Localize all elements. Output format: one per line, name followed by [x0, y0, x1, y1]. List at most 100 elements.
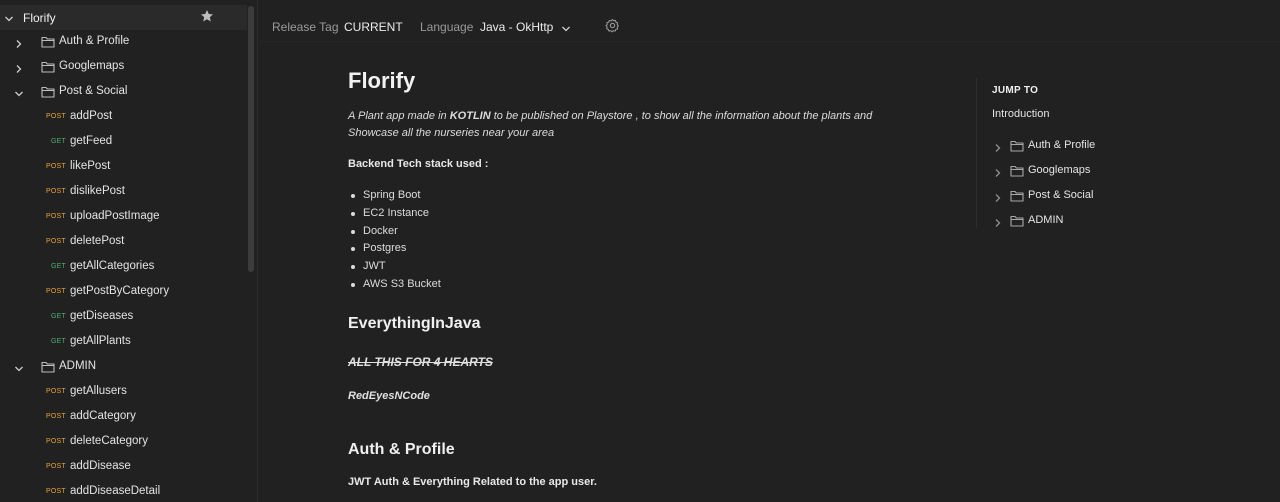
- sidebar-request[interactable]: POST uploadPostImage: [0, 205, 247, 230]
- jump-to-panel: JUMP TO Introduction Auth & Profile Googl…: [976, 78, 1176, 228]
- signature-text: RedEyesNCode: [348, 390, 430, 402]
- sidebar-request[interactable]: POST addCategory: [0, 405, 247, 430]
- folder-label: ADMIN: [59, 360, 97, 372]
- jump-intro-link[interactable]: Introduction: [992, 108, 1049, 120]
- jump-folder-link[interactable]: Post & Social: [977, 186, 1177, 206]
- sidebar-folder[interactable]: ADMIN: [0, 355, 247, 380]
- sidebar-request[interactable]: GET getFeed: [0, 130, 247, 155]
- stack-list-item: Spring Boot: [348, 189, 441, 207]
- collection-sidebar: Florify Auth & Profile Googlemaps Post & S…: [0, 0, 258, 502]
- folder-icon: [41, 35, 55, 53]
- request-label: uploadPostImage: [70, 210, 160, 222]
- chevron-right-icon[interactable]: [993, 140, 1003, 158]
- folder-label: Post & Social: [59, 85, 128, 97]
- request-label: dislikePost: [70, 185, 125, 197]
- sidebar-request[interactable]: POST deleteCategory: [0, 430, 247, 455]
- method-badge: POST: [46, 188, 66, 195]
- folder-section-title: Auth & Profile: [348, 441, 455, 458]
- chevron-down-icon[interactable]: [4, 11, 14, 29]
- chevron-down-icon[interactable]: [14, 86, 24, 104]
- folder-icon: [1010, 214, 1024, 232]
- jump-folder-label: Auth & Profile: [1028, 139, 1096, 151]
- method-badge: POST: [46, 438, 66, 445]
- stack-list-item: JWT: [348, 260, 441, 278]
- sidebar-request[interactable]: POST dislikePost: [0, 180, 247, 205]
- folder-icon: [41, 360, 55, 378]
- folder-icon: [1010, 164, 1024, 182]
- request-label: getFeed: [70, 135, 113, 147]
- strikethrough-text: ALL THIS FOR 4 HEARTS: [348, 355, 493, 369]
- method-badge: POST: [46, 463, 66, 470]
- folder-section-description: JWT Auth & Everything Related to the app…: [348, 476, 597, 488]
- folder-icon: [41, 60, 55, 78]
- method-badge: POST: [46, 288, 66, 295]
- method-badge: POST: [46, 163, 66, 170]
- sidebar-scrollbar[interactable]: [248, 6, 254, 272]
- chevron-right-icon[interactable]: [993, 165, 1003, 183]
- jump-folder-link[interactable]: ADMIN: [977, 211, 1177, 231]
- chevron-down-icon[interactable]: [14, 361, 24, 379]
- sidebar-request[interactable]: POST getPostByCategory: [0, 280, 247, 305]
- collection-root[interactable]: Florify: [0, 5, 247, 30]
- collection-name: Florify: [23, 11, 56, 25]
- documentation-content: Florify A Plant app made in KOTLIN to be…: [348, 0, 928, 502]
- method-badge: GET: [51, 338, 66, 345]
- sidebar-request[interactable]: POST addDisease: [0, 455, 247, 480]
- sidebar-folder[interactable]: Post & Social: [0, 80, 247, 105]
- method-badge: POST: [46, 213, 66, 220]
- folder-label: Googlemaps: [59, 60, 125, 72]
- request-label: addCategory: [70, 410, 136, 422]
- chevron-right-icon[interactable]: [993, 190, 1003, 208]
- chevron-right-icon[interactable]: [993, 215, 1003, 233]
- folder-icon: [1010, 189, 1024, 207]
- jump-to-title: JUMP TO: [992, 85, 1039, 96]
- sidebar-request[interactable]: POST getAllusers: [0, 380, 247, 405]
- chevron-right-icon[interactable]: [14, 61, 24, 79]
- folder-label: Auth & Profile: [59, 35, 130, 47]
- folder-icon: [1010, 139, 1024, 157]
- method-badge: POST: [46, 388, 66, 395]
- tech-stack-list: Spring Boot EC2 Instance Docker Postgres JWT…: [348, 189, 441, 296]
- sidebar-request[interactable]: GET getDiseases: [0, 305, 247, 330]
- sidebar-request[interactable]: POST likePost: [0, 155, 247, 180]
- jump-folder-label: Googlemaps: [1028, 164, 1091, 176]
- intro-bold: KOTLIN: [449, 110, 491, 122]
- intro-paragraph: A Plant app made in KOTLIN to be publish…: [348, 108, 908, 142]
- request-label: getAllusers: [70, 385, 127, 397]
- request-label: getAllCategories: [70, 260, 155, 272]
- chevron-right-icon[interactable]: [14, 36, 24, 54]
- method-badge: GET: [51, 263, 66, 270]
- request-label: deleteCategory: [70, 435, 148, 447]
- request-label: addDisease: [70, 460, 131, 472]
- method-badge: POST: [46, 413, 66, 420]
- stack-list-item: AWS S3 Bucket: [348, 278, 441, 296]
- release-tag-label: Release Tag: [272, 20, 339, 34]
- section-heading: EverythingInJava: [348, 315, 481, 332]
- sidebar-request[interactable]: POST addPost: [0, 105, 247, 130]
- star-icon[interactable]: [200, 9, 214, 28]
- request-label: getDiseases: [70, 310, 134, 322]
- jump-folder-label: ADMIN: [1028, 214, 1064, 226]
- request-label: likePost: [70, 160, 111, 172]
- sidebar-request[interactable]: GET getAllCategories: [0, 255, 247, 280]
- stack-heading: Backend Tech stack used :: [348, 158, 489, 170]
- sidebar-folder[interactable]: Googlemaps: [0, 55, 247, 80]
- intro-prefix: A Plant app made in: [348, 110, 450, 122]
- jump-folder-link[interactable]: Auth & Profile: [977, 136, 1177, 156]
- request-label: addDiseaseDetail: [70, 485, 161, 497]
- collection-title: Florify: [348, 68, 416, 93]
- stack-list-item: Docker: [348, 225, 441, 243]
- request-label: getAllPlants: [70, 335, 131, 347]
- sidebar-folder[interactable]: Auth & Profile: [0, 30, 247, 55]
- method-badge: GET: [51, 313, 66, 320]
- folder-icon: [41, 85, 55, 103]
- sidebar-request[interactable]: POST addDiseaseDetail: [0, 480, 247, 502]
- jump-folder-label: Post & Social: [1028, 189, 1094, 201]
- method-badge: POST: [46, 113, 66, 120]
- sidebar-request[interactable]: POST deletePost: [0, 230, 247, 255]
- sidebar-request[interactable]: GET getAllPlants: [0, 330, 247, 355]
- stack-list-item: EC2 Instance: [348, 207, 441, 225]
- request-label: getPostByCategory: [70, 285, 170, 297]
- method-badge: POST: [46, 488, 66, 495]
- jump-folder-link[interactable]: Googlemaps: [977, 161, 1177, 181]
